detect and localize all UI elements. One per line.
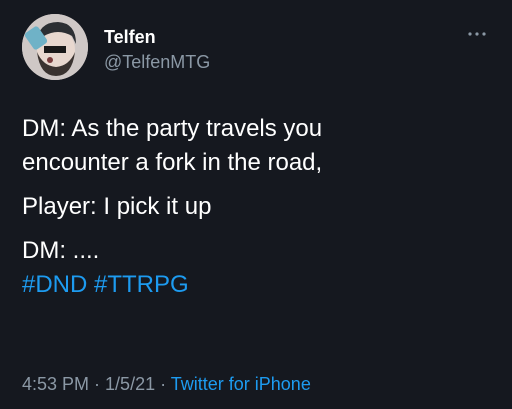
meta-separator: · (155, 374, 171, 394)
meta-separator: · (89, 374, 106, 394)
author-name[interactable]: Telfen (104, 27, 156, 48)
tweet-text: DM: As the party travels you encounter a… (22, 112, 492, 302)
hashtags: #DND #TTRPG (22, 268, 492, 302)
avatar-image (22, 14, 88, 80)
tweet-source[interactable]: Twitter for iPhone (171, 374, 311, 394)
tweet-card: Telfen @TelfenMTG DM: As the party trave… (0, 0, 512, 409)
tweet-time[interactable]: 4:53 PM (22, 374, 89, 394)
hashtag-link[interactable]: #DND (22, 271, 87, 298)
tweet-line: Player: I pick it up (22, 193, 212, 220)
tweet-line: DM: .... (22, 237, 100, 264)
author-handle[interactable]: @TelfenMTG (104, 52, 210, 73)
tweet-line: DM: As the party travels you (22, 115, 323, 142)
avatar[interactable] (22, 14, 88, 80)
tweet-date[interactable]: 1/5/21 (105, 374, 155, 394)
tweet-line: encounter a fork in the road, (22, 149, 323, 176)
more-options-icon[interactable] (466, 28, 488, 40)
hashtag-link[interactable]: #TTRPG (94, 271, 189, 298)
tweet-meta: 4:53 PM · 1/5/21 · Twitter for iPhone (22, 374, 311, 395)
